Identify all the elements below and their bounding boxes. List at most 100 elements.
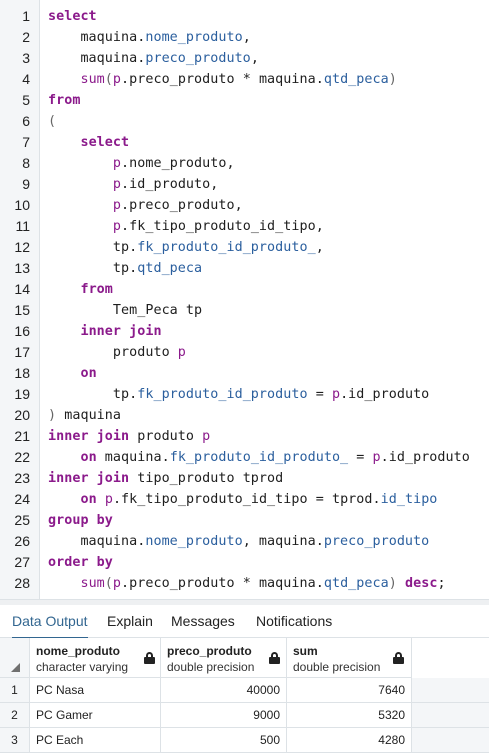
cell-preco-produto[interactable]: 9000: [161, 703, 287, 728]
code-line[interactable]: 15 Tem_Peca tp: [0, 300, 489, 321]
code-line[interactable]: 1 select: [0, 6, 489, 27]
code-line[interactable]: 23 inner join tipo_produto tprod: [0, 468, 489, 489]
code-token: ): [48, 408, 57, 423]
code-line[interactable]: 19 tp.fk_produto_id_produto = p.id_produ…: [0, 384, 489, 405]
code-text[interactable]: produto p: [48, 342, 186, 363]
code-text[interactable]: tp.fk_produto_id_produto = p.id_produto: [48, 384, 429, 405]
cell-preco-produto[interactable]: 40000: [161, 678, 287, 703]
code-token: , maquina.: [242, 534, 324, 549]
column-header-nome-produto[interactable]: nome_produto character varying: [30, 638, 161, 678]
code-text[interactable]: p.preco_produto,: [48, 195, 243, 216]
code-text[interactable]: p.nome_produto,: [48, 153, 235, 174]
code-line[interactable]: 10 p.preco_produto,: [0, 195, 489, 216]
code-text[interactable]: on maquina.fk_produto_id_produto_ = p.id…: [48, 447, 470, 468]
code-text[interactable]: on: [48, 363, 97, 384]
code-token: (: [48, 114, 57, 129]
code-token: qtd_peca: [323, 72, 389, 87]
code-text[interactable]: maquina.nome_produto,: [48, 27, 251, 48]
code-line[interactable]: 2 maquina.nome_produto,: [0, 27, 489, 48]
cell-sum[interactable]: 5320: [287, 703, 412, 728]
column-header-preco-produto[interactable]: preco_produto double precision: [161, 638, 287, 678]
code-line[interactable]: 18 on: [0, 363, 489, 384]
code-text[interactable]: (: [48, 111, 56, 132]
code-token: p: [112, 156, 122, 171]
code-token: (: [104, 576, 113, 591]
code-line[interactable]: 24 on p.fk_tipo_produto_id_tipo = tprod.…: [0, 489, 489, 510]
code-text[interactable]: maquina.preco_produto,: [48, 48, 259, 69]
cell-sum[interactable]: 4280: [287, 728, 412, 753]
code-line[interactable]: 9 p.id_produto,: [0, 174, 489, 195]
code-token: inner join: [48, 429, 130, 444]
code-line[interactable]: 26 maquina.nome_produto, maquina.preco_p…: [0, 531, 489, 552]
code-text[interactable]: inner join: [48, 321, 162, 342]
code-text[interactable]: sum(p.preco_produto * maquina.qtd_peca): [48, 69, 397, 90]
code-line[interactable]: 7 select: [0, 132, 489, 153]
line-number: 23: [14, 470, 30, 486]
code-line[interactable]: 25 group by: [0, 510, 489, 531]
code-line[interactable]: 12 tp.fk_produto_id_produto_,: [0, 237, 489, 258]
code-text[interactable]: tp.qtd_peca: [48, 258, 202, 279]
code-text[interactable]: inner join tipo_produto tprod: [48, 468, 283, 489]
code-token: from: [80, 282, 113, 297]
code-text[interactable]: p.fk_tipo_produto_id_tipo,: [48, 216, 324, 237]
code-line[interactable]: 16 inner join: [0, 321, 489, 342]
table-row[interactable]: 2 PC Gamer 9000 5320: [0, 703, 489, 728]
tab-messages[interactable]: Messages: [171, 605, 235, 638]
column-header-sum[interactable]: sum double precision: [287, 638, 412, 678]
cell-sum[interactable]: 7640: [287, 678, 412, 703]
line-number: 11: [15, 218, 30, 234]
code-text[interactable]: group by: [48, 510, 113, 531]
code-line[interactable]: 22 on maquina.fk_produto_id_produto_ = p…: [0, 447, 489, 468]
tab-data-output[interactable]: Data Output: [12, 605, 88, 639]
code-text[interactable]: order by: [48, 552, 113, 573]
code-line[interactable]: 11 p.fk_tipo_produto_id_tipo,: [0, 216, 489, 237]
code-text[interactable]: from: [48, 90, 80, 111]
code-text[interactable]: maquina.nome_produto, maquina.preco_prod…: [48, 531, 429, 552]
code-text[interactable]: select: [48, 6, 97, 27]
code-token: .preco_produto * maquina.: [121, 576, 324, 591]
cell-preco-produto[interactable]: 500: [161, 728, 287, 753]
code-line[interactable]: 17 produto p: [0, 342, 489, 363]
code-text[interactable]: Tem_Peca tp: [48, 300, 202, 321]
select-all-corner[interactable]: [0, 638, 30, 678]
code-line[interactable]: 28 sum(p.preco_produto * maquina.qtd_pec…: [0, 573, 489, 594]
code-token: on: [80, 492, 97, 507]
code-line[interactable]: 4 sum(p.preco_produto * maquina.qtd_peca…: [0, 69, 489, 90]
code-text[interactable]: p.id_produto,: [48, 174, 218, 195]
code-line[interactable]: 13 tp.qtd_peca: [0, 258, 489, 279]
code-token: .id_produto,: [121, 177, 219, 192]
table-row[interactable]: 1 PC Nasa 40000 7640: [0, 678, 489, 703]
cell-nome-produto[interactable]: PC Nasa: [30, 678, 161, 703]
code-line[interactable]: 21 inner join produto p: [0, 426, 489, 447]
cell-nome-produto[interactable]: PC Gamer: [30, 703, 161, 728]
tab-notifications[interactable]: Notifications: [256, 605, 332, 638]
table-row[interactable]: 3 PC Each 500 4280: [0, 728, 489, 753]
row-filler: [412, 678, 489, 703]
code-text[interactable]: tp.fk_produto_id_produto_,: [48, 237, 324, 258]
code-line[interactable]: 3 maquina.preco_produto,: [0, 48, 489, 69]
code-line[interactable]: 6(: [0, 111, 489, 132]
code-text[interactable]: select: [48, 132, 129, 153]
cell-nome-produto[interactable]: PC Each: [30, 728, 161, 753]
lock-icon: [269, 652, 280, 664]
code-token: select: [48, 9, 97, 24]
code-line[interactable]: 27 order by: [0, 552, 489, 573]
row-number: 3: [0, 728, 30, 753]
code-text[interactable]: on p.fk_tipo_produto_id_tipo = tprod.id_…: [48, 489, 437, 510]
sql-editor[interactable]: 1 select 2 maquina.nome_produto, 3 maquina.…: [0, 0, 489, 599]
code-line[interactable]: 20) maquina: [0, 405, 489, 426]
code-line[interactable]: 14 from: [0, 279, 489, 300]
line-number: 25: [14, 512, 30, 528]
code-text[interactable]: inner join produto p: [48, 426, 210, 447]
tab-explain[interactable]: Explain: [107, 605, 153, 638]
code-line[interactable]: 8 p.nome_produto,: [0, 153, 489, 174]
code-text[interactable]: ) maquina: [48, 405, 121, 426]
code-text[interactable]: from: [48, 279, 113, 300]
code-line[interactable]: 5 from: [0, 90, 489, 111]
line-number: 26: [14, 533, 30, 549]
code-text[interactable]: sum(p.preco_produto * maquina.qtd_peca) …: [48, 573, 446, 594]
code-token: group by: [48, 513, 113, 528]
